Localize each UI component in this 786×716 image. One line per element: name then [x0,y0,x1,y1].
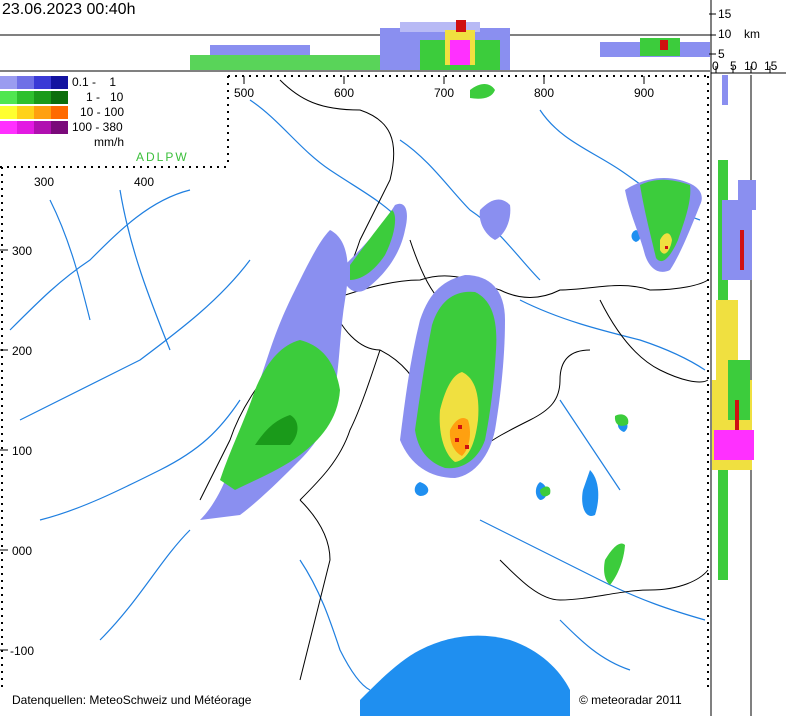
top-cross-section-echoes [190,20,710,70]
side-tick-label: 15 [764,59,778,73]
x-tick-label: 900 [634,86,655,100]
network-label: ADLPW [136,150,189,164]
x-tick-label: 600 [334,86,355,100]
y-tick-label: 200 [12,344,33,358]
map-base [0,75,710,716]
legend-row: 1 - 10 [0,90,226,104]
side-tick-label: 10 [744,59,758,73]
credits-source: Datenquellen: MeteoSchweiz und Météorage [12,693,252,707]
height-tick-label: 5 [718,47,725,61]
height-unit: km [744,27,760,41]
x-tick-label: 700 [434,86,455,100]
height-tick-label: 10 [718,27,732,41]
height-tick-label: 15 [718,7,732,21]
x-tick-label: 400 [134,175,155,189]
legend-label: 100 - 380 [72,120,123,134]
legend-label: 10 - 100 [80,105,125,119]
y-tick-label: -100 [10,644,35,658]
x-tick-label: 500 [234,86,255,100]
legend-label: 0.1 - 1 [72,75,117,89]
legend-unit: mm/h [94,135,124,149]
x-tick-label: 800 [534,86,555,100]
height-tick-label: 0 [712,59,719,73]
legend-label: 1 - 10 [86,90,124,104]
y-tick-label: 000 [12,544,33,558]
credits-copyright: © meteoradar 2011 [579,693,682,707]
y-tick-label: 100 [12,444,33,458]
side-cross-section-echoes [712,75,756,580]
side-tick-label: 5 [730,59,737,73]
legend: 0.1 - 1 1 - 10 10 - 100 100 - 380 [0,74,226,164]
radar-map-view: { "timestamp": "23.06.2023 00:40h", "leg… [0,0,786,716]
y-tick-label: 300 [12,244,33,258]
timestamp: 23.06.2023 00:40h [2,1,136,18]
x-tick-label: 300 [34,175,55,189]
precipitation-echoes [200,84,702,585]
legend-row: 0.1 - 1 [0,75,226,89]
legend-row: 100 - 380 [0,120,226,134]
legend-row: 10 - 100 [0,105,226,119]
